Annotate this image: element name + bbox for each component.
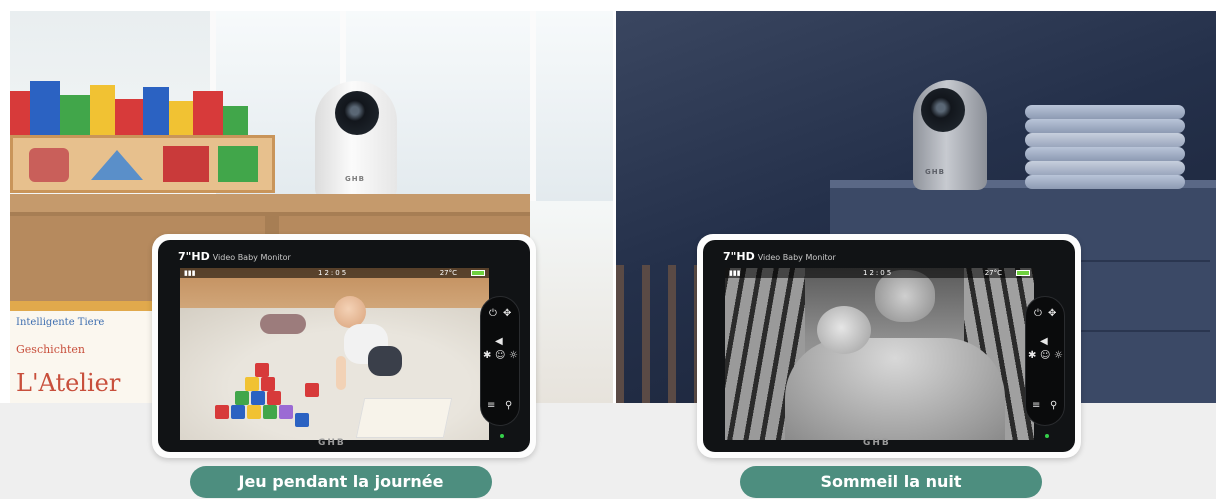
temperature: 27°C [439, 269, 457, 277]
monitor-screen: ▮▮▮ 12:05 27°C [725, 268, 1034, 440]
monitor-title: 7"HD Video Baby Monitor [723, 250, 836, 263]
open-book [355, 398, 453, 438]
power-icon: ⏻ [1034, 308, 1042, 319]
toy-blocks [10, 81, 250, 141]
menu-icon: ≡ [1032, 400, 1041, 411]
brightness-icon: ✱ [483, 350, 492, 361]
monitor-bezel: 7"HD Video Baby Monitor ▮▮▮ 12:05 27°C ⏻ … [703, 240, 1075, 452]
baby-camera: GHB [913, 80, 987, 190]
monitor-screen: ▮▮▮ 12:05 27°C [180, 268, 489, 440]
dpad-icon: ✥ [1048, 308, 1057, 319]
menu-icon: ≡ [487, 400, 496, 411]
book-title: Intelligente Tiere [16, 317, 105, 328]
control-pad: ⏻ ✥ ◀ ✱ ☺ ☼ ≡ ⚲ [1025, 296, 1065, 426]
book-title: Geschichten [16, 343, 85, 356]
baby-camera: GHB [315, 81, 397, 199]
crib-rail [616, 265, 706, 403]
battery-icon [1016, 270, 1030, 276]
baby-face-icon: ☺ [1040, 350, 1051, 361]
control-pad: ⏻ ✥ ◀ ✱ ☺ ☼ ≡ ⚲ [480, 296, 520, 426]
blanket [785, 338, 1005, 440]
shape-sorter-crate [10, 135, 275, 193]
plush-toy [260, 314, 306, 334]
camera-lens [335, 91, 379, 135]
brightness-icon: ☼ [1054, 350, 1063, 361]
baby-face-icon: ☺ [495, 350, 506, 361]
temperature: 27°C [984, 269, 1002, 277]
day-caption: Jeu pendant la journée [190, 466, 492, 498]
product-photo: GHB Intelligente Tiere Geschichten L'Ate… [0, 0, 1216, 499]
monitor-subtitle: Video Baby Monitor [212, 253, 291, 262]
monitor-subtitle: Video Baby Monitor [757, 253, 836, 262]
window-frame [530, 11, 536, 201]
monitor-title: 7"HD Video Baby Monitor [178, 250, 291, 263]
baby-monitor-night: 7"HD Video Baby Monitor ▮▮▮ 12:05 27°C ⏻ … [697, 234, 1081, 458]
brightness-icon: ✱ [1028, 350, 1037, 361]
clock: 12:05 [863, 269, 894, 277]
camera-brand: GHB [925, 168, 945, 176]
status-bar: ▮▮▮ 12:05 27°C [725, 268, 1034, 278]
clock: 12:05 [318, 269, 349, 277]
monitor-model: 7"HD [178, 250, 210, 263]
book-title: L'Atelier [16, 369, 121, 397]
microphone-icon: ⚲ [505, 400, 513, 411]
power-led [500, 434, 504, 438]
microphone-icon: ⚲ [1050, 400, 1058, 411]
battery-icon [471, 270, 485, 276]
signal-icon: ▮▮▮ [729, 269, 741, 277]
camera-lens [921, 88, 965, 132]
power-icon: ⏻ [489, 308, 497, 319]
baby-monitor-day: 7"HD Video Baby Monitor ▮▮▮ 12:05 27°C ⏻… [152, 234, 536, 458]
power-led [1045, 434, 1049, 438]
brightness-icon: ☼ [509, 350, 518, 361]
night-caption: Sommeil la nuit [740, 466, 1042, 498]
crawling-baby [330, 296, 402, 396]
monitor-model: 7"HD [723, 250, 755, 263]
folded-towels [1025, 105, 1185, 193]
monitor-brand: GHB [318, 438, 346, 448]
signal-icon: ▮▮▮ [184, 269, 196, 277]
sleeping-baby [817, 306, 871, 354]
camera-brand: GHB [345, 175, 365, 183]
dpad-icon: ✥ [503, 308, 512, 319]
monitor-brand: GHB [863, 438, 891, 448]
volume-icon: ◀ [495, 336, 503, 347]
volume-icon: ◀ [1040, 336, 1048, 347]
monitor-bezel: 7"HD Video Baby Monitor ▮▮▮ 12:05 27°C ⏻… [158, 240, 530, 452]
status-bar: ▮▮▮ 12:05 27°C [180, 268, 489, 278]
shelf-top [10, 194, 530, 216]
books: Intelligente Tiere Geschichten L'Atelier [10, 301, 160, 403]
lego-blocks [215, 363, 325, 433]
